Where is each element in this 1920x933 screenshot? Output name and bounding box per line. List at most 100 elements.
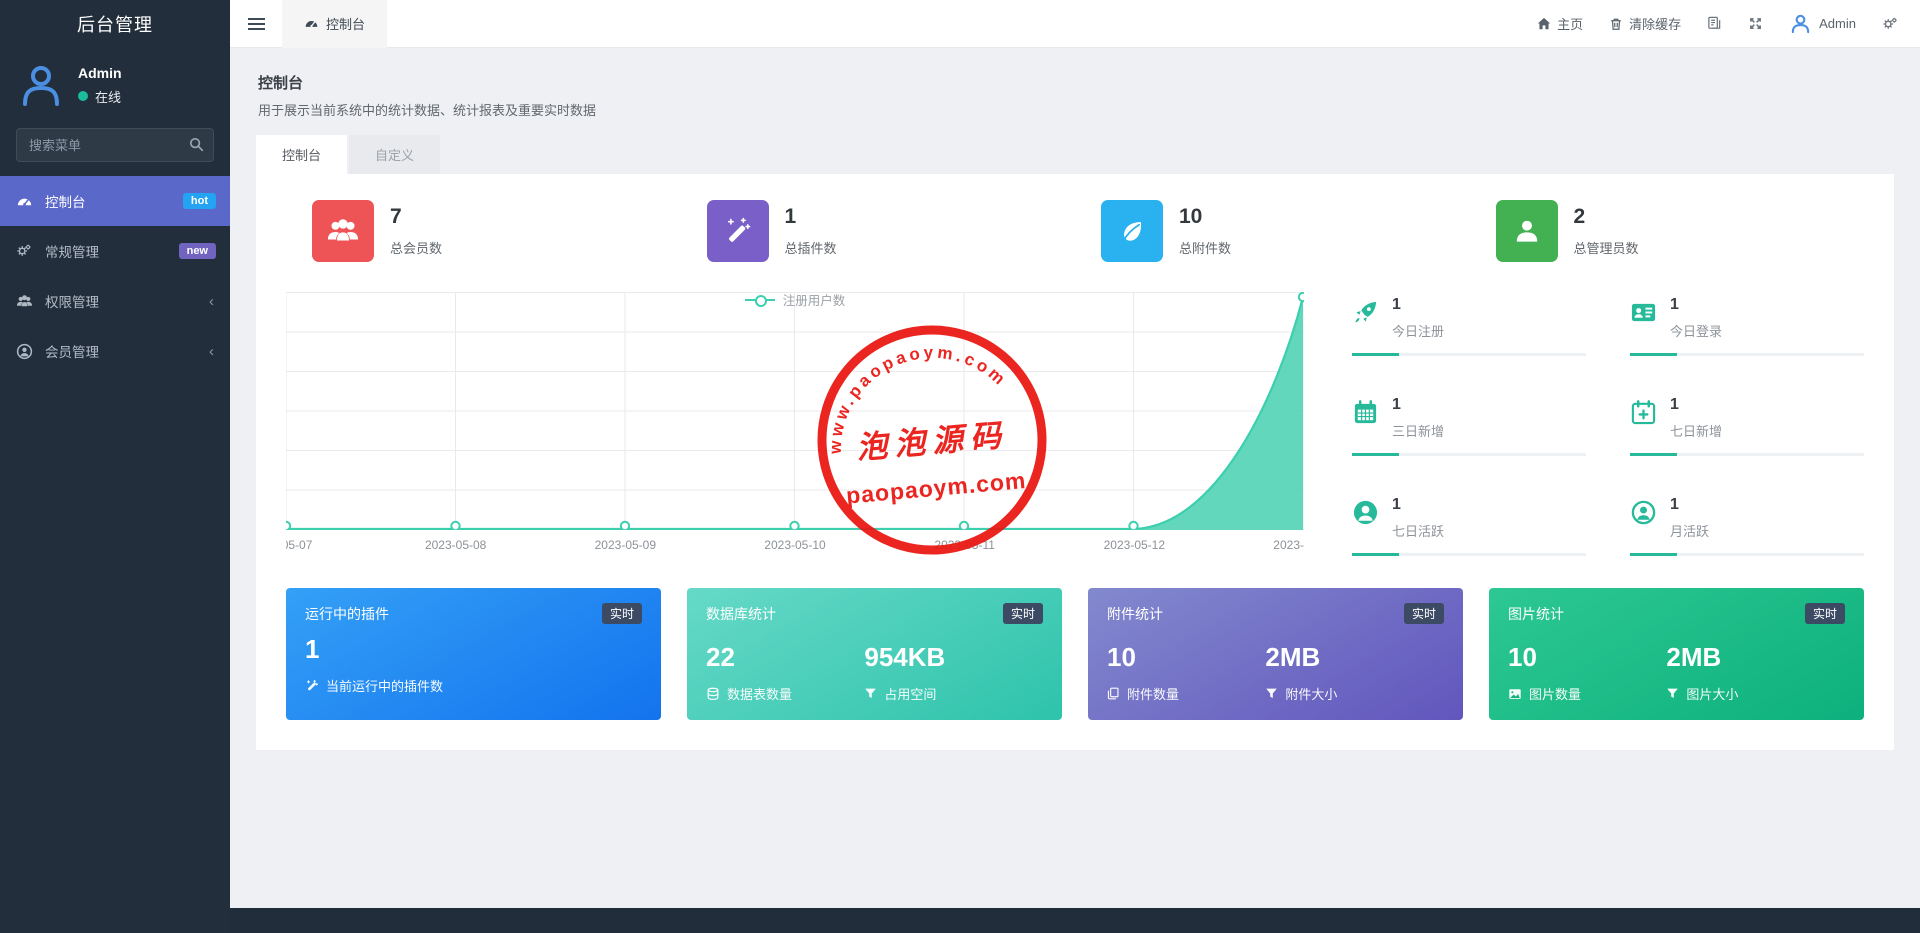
mini-label: 今日注册 [1392,324,1445,339]
chart-row: 注册用户数 05-07 2023-05-08 2023-05-09 2023-05-1… [286,292,1864,556]
tab-custom[interactable]: 自定义 [349,135,441,174]
sidebar-item-member[interactable]: 会员管理 ‹ [0,326,230,376]
chevron-left-icon: ‹ [209,342,214,360]
mini-3day-new: 1 三日新增 [1352,392,1586,456]
mini-progress [1352,453,1586,456]
rocket-icon [1352,299,1379,326]
user-name: Admin [78,64,122,81]
x-tick-label: 2023-05-08 [424,538,487,552]
chart-x-axis: 05-07 2023-05-08 2023-05-09 2023-05-10 2023-… [286,536,1304,556]
sidebar: 后台管理 Admin 在线 控制台 hot [0,0,230,933]
x-tick-label: 2023-05-09 [594,538,657,552]
sidebar-item-label: 权限管理 [45,295,99,310]
sidebar-menu: 控制台 hot 常规管理 new 权限管理 ‹ 会员管理 ‹ [0,176,230,376]
sidebar-item-label: 控制台 [45,195,86,210]
card-attachment-stats: 附件统计 实时 10 附件数量 2MB 附件大小 [1088,588,1463,720]
user-circle-outline-icon [1630,499,1657,526]
sidebar-item-auth[interactable]: 权限管理 ‹ [0,276,230,326]
mini-stats: 1 今日注册 1 今日登录 1 三日新增 1 七日新增 1 七日活跃 1 月活跃 [1304,292,1864,556]
stat-total-members: 7 总会员数 [286,200,681,262]
topbar-tab-dashboard[interactable]: 控制台 [282,0,388,48]
avatar-icon [1789,12,1812,35]
clear-cache-link[interactable]: 清除缓存 [1609,14,1681,33]
dashboard-icon [304,16,319,31]
funnel-icon [1265,687,1278,700]
avatar[interactable] [18,62,64,108]
x-tick-label: 2023-05-11 [934,538,995,552]
card-caption: 附件数量 [1127,687,1180,702]
users-icon [312,200,374,262]
card-caption: 占用空间 [884,687,937,702]
card-database-stats: 数据库统计 实时 22 数据表数量 954KB 占用空间 [687,588,1062,720]
tab-dashboard[interactable]: 控制台 [256,135,348,174]
card-value: 1 [305,634,320,664]
card-value: 10 [1107,642,1136,672]
home-link[interactable]: 主页 [1537,14,1583,33]
stat-total-plugins: 1 总插件数 [681,200,1076,262]
content: 控制台 用于展示当前系统中的统计数据、统计报表及重要实时数据 控制台 自定义 7… [230,48,1920,750]
magic-wand-icon [706,200,769,262]
new-badge: new [178,243,216,259]
database-icon [706,687,720,701]
chart-legend[interactable]: 注册用户数 [286,290,1304,309]
search-icon [189,137,204,152]
registered-users-chart: 注册用户数 05-07 2023-05-08 2023-05-09 2023-05-1… [286,292,1304,556]
gears-icon[interactable] [1882,16,1898,32]
x-tick-label: 2023-05-13 [1273,538,1304,552]
admin-label: Admin [1819,16,1856,31]
mini-progress [1352,553,1586,556]
id-card-icon [1630,299,1657,326]
mini-value: 1 [1392,296,1401,313]
panel-body: 7 总会员数 1 总插件数 10 总附件数 2 总管理员数 注册用户数 5-07… [256,174,1894,750]
card-caption: 图片大小 [1686,687,1739,702]
stat-value: 7 [390,205,402,228]
card-image-stats: 图片统计 实时 10 图片数量 2MB 图片大小 [1489,588,1864,720]
page-subtitle: 用于展示当前系统中的统计数据、统计报表及重要实时数据 [258,103,597,118]
mini-label: 三日新增 [1392,424,1445,439]
stat-value: 2 [1573,205,1586,228]
stat-label: 总附件数 [1179,241,1232,256]
card-caption: 当前运行中的插件数 [326,679,444,694]
mini-value: 1 [1392,396,1401,413]
docs-icon[interactable] [1707,16,1722,31]
mini-label: 七日活跃 [1392,524,1445,539]
user-icon [1495,200,1558,262]
x-tick-label: 05-07 [286,538,313,552]
mini-progress [1630,553,1864,556]
stat-label: 总管理员数 [1573,241,1639,256]
summary-cards: 运行中的插件 实时 1 当前运行中的插件数 数据库统计 实时 22 数据表数量 … [286,588,1864,720]
hamburger-icon[interactable] [230,0,282,48]
sidebar-item-general[interactable]: 常规管理 new [0,226,230,276]
mini-value: 1 [1392,496,1401,513]
magic-wand-icon [305,679,319,693]
trash-icon [1609,17,1623,31]
mini-label: 月活跃 [1670,524,1710,539]
mini-today-register: 1 今日注册 [1352,292,1586,356]
menu-search [16,128,214,162]
expand-icon[interactable] [1748,16,1763,31]
realtime-badge: 实时 [601,603,642,624]
card-caption: 附件大小 [1285,687,1338,702]
search-input[interactable] [16,128,214,162]
user-status: 在线 [95,89,122,105]
card-caption: 数据表数量 [727,687,793,702]
card-value: 2MB [1666,642,1722,672]
x-tick-label: 2023-05-10 [764,538,826,552]
dashboard-icon [16,193,34,210]
image-icon [1508,687,1522,701]
mini-today-login: 1 今日登录 [1630,292,1864,356]
home-icon [1537,17,1551,31]
realtime-badge: 实时 [1002,603,1043,624]
stats-row: 7 总会员数 1 总插件数 10 总附件数 2 总管理员数 [286,200,1864,262]
panel-tabs: 控制台 自定义 [256,135,1894,174]
mini-progress [1630,353,1864,356]
sidebar-item-dashboard[interactable]: 控制台 hot [0,176,230,226]
card-caption: 图片数量 [1529,687,1582,702]
stat-value: 1 [784,205,797,228]
online-dot [78,91,88,101]
admin-menu[interactable]: Admin [1789,12,1856,35]
card-title: 数据库统计 [706,605,776,622]
card-value: 10 [1508,642,1537,672]
hot-badge: hot [182,193,216,209]
mini-7day-new: 1 七日新增 [1630,392,1864,456]
